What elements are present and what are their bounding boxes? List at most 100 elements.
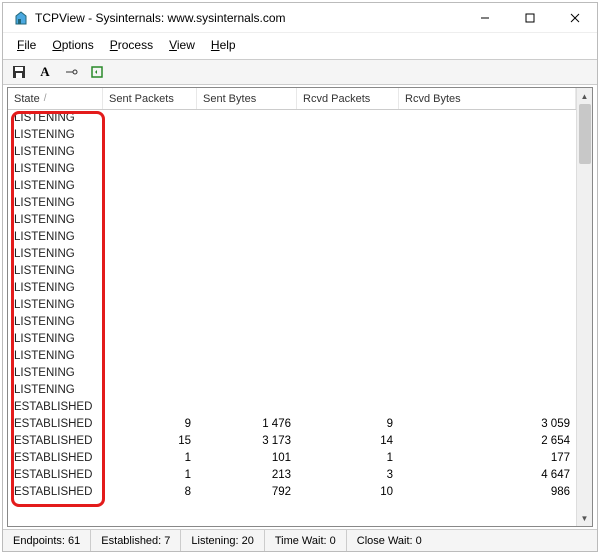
table-row[interactable]: LISTENING (8, 195, 576, 212)
scroll-down-arrow-icon[interactable]: ▼ (577, 510, 592, 526)
statusbar: Endpoints: 61 Established: 7 Listening: … (3, 529, 597, 551)
cell-rcvd-bytes (399, 246, 576, 263)
table-row[interactable]: LISTENING (8, 382, 576, 399)
cell-rcvd-packets: 10 (297, 484, 399, 501)
menu-file[interactable]: File (11, 36, 42, 54)
font-button[interactable]: A (35, 62, 55, 82)
table-row[interactable]: LISTENING (8, 365, 576, 382)
cell-state: LISTENING (8, 127, 103, 144)
cell-rcvd-bytes (399, 314, 576, 331)
table-row[interactable]: ESTABLISHED (8, 399, 576, 416)
cell-sent-packets: 9 (103, 416, 197, 433)
save-button[interactable] (9, 62, 29, 82)
cell-sent-bytes: 101 (197, 450, 297, 467)
cell-rcvd-bytes (399, 280, 576, 297)
cell-sent-packets: 1 (103, 467, 197, 484)
cell-rcvd-packets (297, 280, 399, 297)
table-row[interactable]: LISTENING (8, 127, 576, 144)
cell-rcvd-bytes (399, 127, 576, 144)
menu-help[interactable]: Help (205, 36, 242, 54)
column-header-sent-bytes[interactable]: Sent Bytes (197, 88, 297, 109)
table-row[interactable]: ESTABLISHED153 173142 654 (8, 433, 576, 450)
cell-state: LISTENING (8, 297, 103, 314)
cell-sent-packets (103, 229, 197, 246)
menubar: File Options Process View Help (3, 33, 597, 59)
scroll-up-arrow-icon[interactable]: ▲ (577, 88, 592, 104)
cell-rcvd-packets (297, 246, 399, 263)
properties-button[interactable] (61, 62, 81, 82)
cell-rcvd-packets (297, 144, 399, 161)
table-row[interactable]: LISTENING (8, 246, 576, 263)
cell-rcvd-packets (297, 365, 399, 382)
menu-options[interactable]: Options (46, 36, 99, 54)
table-row[interactable]: LISTENING (8, 161, 576, 178)
column-header-state[interactable]: State / (8, 88, 103, 109)
cell-rcvd-bytes: 986 (399, 484, 576, 501)
table-row[interactable]: LISTENING (8, 314, 576, 331)
cell-rcvd-packets (297, 348, 399, 365)
vertical-scrollbar[interactable]: ▲ ▼ (576, 88, 592, 526)
cell-sent-packets (103, 127, 197, 144)
table-row[interactable]: ESTABLISHED91 47693 059 (8, 416, 576, 433)
cell-rcvd-bytes (399, 110, 576, 127)
titlebar: TCPView - Sysinternals: www.sysinternals… (3, 3, 597, 33)
cell-rcvd-bytes (399, 297, 576, 314)
cell-state: LISTENING (8, 382, 103, 399)
close-button[interactable] (552, 3, 597, 32)
cell-sent-bytes (197, 331, 297, 348)
minimize-button[interactable] (462, 3, 507, 32)
cell-sent-bytes (197, 161, 297, 178)
cell-state: ESTABLISHED (8, 433, 103, 450)
column-header-sent-packets[interactable]: Sent Packets (103, 88, 197, 109)
cell-sent-packets (103, 331, 197, 348)
cell-sent-bytes: 792 (197, 484, 297, 501)
column-header-rcvd-packets[interactable]: Rcvd Packets (297, 88, 399, 109)
cell-rcvd-packets (297, 161, 399, 178)
scroll-thumb[interactable] (579, 104, 591, 164)
table-row[interactable]: ESTABLISHED879210986 (8, 484, 576, 501)
cell-rcvd-bytes (399, 399, 576, 416)
connection-list: State / Sent Packets Sent Bytes Rcvd Pac… (7, 87, 593, 527)
table-row[interactable]: LISTENING (8, 229, 576, 246)
table-row[interactable]: LISTENING (8, 331, 576, 348)
maximize-button[interactable] (507, 3, 552, 32)
table-row[interactable]: ESTABLISHED121334 647 (8, 467, 576, 484)
cell-rcvd-packets (297, 229, 399, 246)
table-row[interactable]: LISTENING (8, 297, 576, 314)
table-row[interactable]: LISTENING (8, 178, 576, 195)
menu-view[interactable]: View (163, 36, 201, 54)
table-row[interactable]: LISTENING (8, 144, 576, 161)
cell-sent-bytes (197, 280, 297, 297)
cell-sent-packets (103, 399, 197, 416)
table-row[interactable]: LISTENING (8, 212, 576, 229)
menu-process[interactable]: Process (104, 36, 159, 54)
cell-sent-packets (103, 178, 197, 195)
table-row[interactable]: LISTENING (8, 280, 576, 297)
cell-sent-bytes (197, 229, 297, 246)
cell-sent-packets (103, 365, 197, 382)
cell-rcvd-bytes (399, 382, 576, 399)
cell-rcvd-packets (297, 127, 399, 144)
table-row[interactable]: LISTENING (8, 348, 576, 365)
cell-rcvd-bytes (399, 229, 576, 246)
cell-state: LISTENING (8, 195, 103, 212)
app-icon (13, 10, 29, 26)
table-row[interactable]: ESTABLISHED11011177 (8, 450, 576, 467)
cell-state: ESTABLISHED (8, 484, 103, 501)
cell-state: LISTENING (8, 365, 103, 382)
cell-sent-bytes (197, 399, 297, 416)
cell-state: ESTABLISHED (8, 416, 103, 433)
table-row[interactable]: LISTENING (8, 263, 576, 280)
cell-sent-bytes (197, 212, 297, 229)
cell-rcvd-bytes (399, 161, 576, 178)
cell-rcvd-packets (297, 178, 399, 195)
column-header-rcvd-bytes[interactable]: Rcvd Bytes (399, 88, 576, 109)
cell-rcvd-packets (297, 382, 399, 399)
table-row[interactable]: LISTENING (8, 110, 576, 127)
cell-rcvd-bytes: 4 647 (399, 467, 576, 484)
cell-sent-bytes (197, 110, 297, 127)
cell-state: ESTABLISHED (8, 399, 103, 416)
refresh-button[interactable] (87, 62, 107, 82)
status-listening: Listening: 20 (181, 530, 264, 551)
column-header-label: State (14, 93, 40, 105)
